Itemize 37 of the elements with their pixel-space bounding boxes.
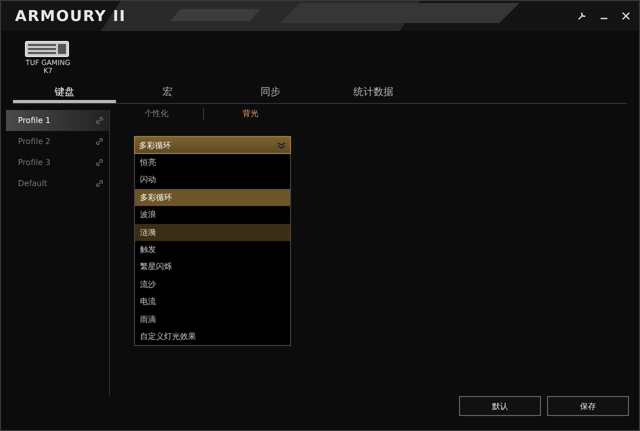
link-icon[interactable] [95, 158, 104, 167]
dropdown-option[interactable]: 涟漪 [135, 224, 290, 241]
subtab[interactable]: 个性化 [110, 108, 204, 120]
effect-dropdown[interactable]: 多彩循环 [134, 136, 291, 154]
close-icon[interactable] [621, 11, 631, 21]
dropdown-option[interactable]: 恒亮 [135, 154, 290, 172]
tab[interactable]: 统计数据 [322, 85, 425, 103]
footer-button[interactable]: 默认 [459, 396, 541, 416]
link-icon[interactable] [95, 137, 104, 146]
tab[interactable]: 键盘 [13, 85, 116, 103]
profile-label: Default [18, 179, 48, 188]
dropdown-option[interactable]: 触发 [135, 240, 290, 258]
subtab[interactable]: 背光 [204, 108, 297, 120]
profile-item[interactable]: Profile 2 [6, 131, 109, 152]
dropdown-option[interactable]: 繁星闪烁 [135, 258, 290, 276]
profile-label: Profile 1 [18, 116, 51, 125]
profile-label: Profile 3 [18, 158, 51, 167]
profile-item[interactable]: Default [6, 173, 109, 194]
chevron-icon [277, 142, 286, 148]
profile-item[interactable]: Profile 3 [6, 152, 109, 173]
tab[interactable]: 宏 [116, 85, 219, 103]
tab[interactable]: 同步 [219, 85, 322, 103]
dropdown-option[interactable]: 流沙 [135, 276, 290, 294]
dropdown-option[interactable]: 电流 [135, 293, 290, 311]
keyboard-icon[interactable] [25, 41, 69, 57]
profile-label: Profile 2 [18, 137, 51, 146]
link-icon[interactable] [95, 116, 104, 125]
dropdown-option[interactable]: 多彩循环 [135, 188, 290, 206]
link-icon[interactable] [95, 179, 104, 188]
footer-button[interactable]: 保存 [547, 396, 629, 416]
dropdown-option[interactable]: 闪动 [135, 171, 290, 189]
profile-item[interactable]: Profile 1 [6, 110, 109, 131]
dropdown-option[interactable]: 波浪 [135, 206, 290, 224]
dropdown-option[interactable]: 雨滴 [135, 310, 290, 328]
dropdown-option[interactable]: 自定义灯光效果 [135, 328, 290, 346]
window-title: ARMOURY II [15, 7, 126, 25]
settings-icon[interactable] [577, 11, 587, 21]
